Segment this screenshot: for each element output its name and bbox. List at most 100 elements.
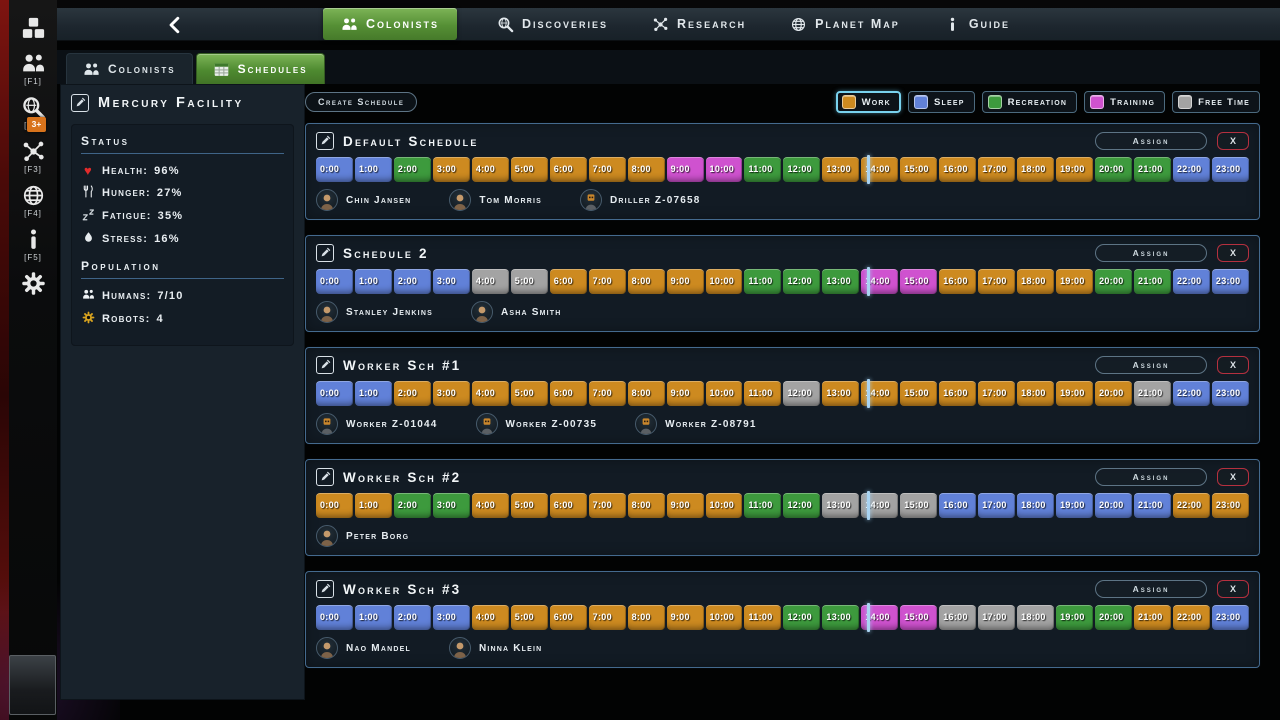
hour-block[interactable]: 20:00 xyxy=(1095,605,1132,630)
hour-block[interactable]: 3:00 xyxy=(433,381,470,406)
hour-block[interactable]: 7:00 xyxy=(589,269,626,294)
hour-block[interactable]: 6:00 xyxy=(550,157,587,182)
hour-block[interactable]: 18:00 xyxy=(1017,605,1054,630)
sidebar-item-colonists[interactable]: [F1] xyxy=(21,51,46,86)
hour-block[interactable]: 12:00 xyxy=(783,493,820,518)
back-button[interactable] xyxy=(162,12,188,38)
hour-block[interactable]: 1:00 xyxy=(355,493,392,518)
hour-block[interactable]: 11:00 xyxy=(744,493,781,518)
hour-block[interactable]: 16:00 xyxy=(939,381,976,406)
hour-block[interactable]: 1:00 xyxy=(355,269,392,294)
hour-block[interactable]: 6:00 xyxy=(550,605,587,630)
hour-block[interactable]: 15:00 xyxy=(900,157,937,182)
hour-block[interactable]: 0:00 xyxy=(316,493,353,518)
edit-schedule-name-button[interactable] xyxy=(316,356,334,374)
hour-block[interactable]: 22:00 xyxy=(1173,605,1210,630)
sub-tab-colonists[interactable]: Colonists xyxy=(66,53,193,84)
hour-block[interactable]: 23:00 xyxy=(1212,605,1249,630)
delete-schedule-button[interactable]: X xyxy=(1217,244,1249,262)
hour-block[interactable]: 18:00 xyxy=(1017,269,1054,294)
hour-block[interactable]: 13:00 xyxy=(822,157,859,182)
hour-block[interactable]: 3:00 xyxy=(433,493,470,518)
assign-button[interactable]: Assign xyxy=(1095,132,1207,150)
assign-button[interactable]: Assign xyxy=(1095,468,1207,486)
hour-block[interactable]: 19:00 xyxy=(1056,269,1093,294)
hour-block[interactable]: 17:00 xyxy=(978,493,1015,518)
hour-block[interactable]: 0:00 xyxy=(316,381,353,406)
hour-block[interactable]: 9:00 xyxy=(667,157,704,182)
hour-block[interactable]: 6:00 xyxy=(550,493,587,518)
assign-button[interactable]: Assign xyxy=(1095,356,1207,374)
tab-colonists[interactable]: Colonists xyxy=(323,8,457,40)
edit-schedule-name-button[interactable] xyxy=(316,468,334,486)
hour-block[interactable]: 2:00 xyxy=(394,269,431,294)
hour-block[interactable]: 15:00 xyxy=(900,493,937,518)
hour-block[interactable]: 18:00 xyxy=(1017,381,1054,406)
hour-block[interactable]: 2:00 xyxy=(394,493,431,518)
hour-block[interactable]: 15:00 xyxy=(900,381,937,406)
colonist-chip[interactable]: Ninna Klein xyxy=(449,637,542,659)
hour-block[interactable]: 17:00 xyxy=(978,269,1015,294)
hour-block[interactable]: 10:00 xyxy=(706,381,743,406)
legend-free-time-button[interactable]: Free Time xyxy=(1172,91,1260,113)
hour-block[interactable]: 2:00 xyxy=(394,381,431,406)
hour-block[interactable]: 15:00 xyxy=(900,605,937,630)
legend-training-button[interactable]: Training xyxy=(1084,91,1165,113)
hour-block[interactable]: 13:00 xyxy=(822,381,859,406)
hour-block[interactable]: 20:00 xyxy=(1095,493,1132,518)
sidebar-item-research[interactable]: [F3] xyxy=(21,139,46,174)
colonist-chip[interactable]: Worker Z-00735 xyxy=(476,413,598,435)
hour-block[interactable]: 0:00 xyxy=(316,157,353,182)
tab-research[interactable]: Research xyxy=(648,8,750,40)
delete-schedule-button[interactable]: X xyxy=(1217,132,1249,150)
hour-block[interactable]: 19:00 xyxy=(1056,493,1093,518)
hour-block[interactable]: 1:00 xyxy=(355,605,392,630)
hour-block[interactable]: 11:00 xyxy=(744,381,781,406)
hour-block[interactable]: 3:00 xyxy=(433,157,470,182)
hour-block[interactable]: 23:00 xyxy=(1212,381,1249,406)
hour-block[interactable]: 16:00 xyxy=(939,605,976,630)
hour-block[interactable]: 13:00 xyxy=(822,605,859,630)
assign-button[interactable]: Assign xyxy=(1095,244,1207,262)
hour-block[interactable]: 4:00 xyxy=(472,157,509,182)
hour-block[interactable]: 3:00 xyxy=(433,269,470,294)
hour-block[interactable]: 9:00 xyxy=(667,605,704,630)
hour-block[interactable]: 22:00 xyxy=(1173,493,1210,518)
hour-block[interactable]: 9:00 xyxy=(667,381,704,406)
hour-block[interactable]: 16:00 xyxy=(939,269,976,294)
hour-block[interactable]: 11:00 xyxy=(744,269,781,294)
colonist-chip[interactable]: Peter Borg xyxy=(316,525,409,547)
hour-block[interactable]: 10:00 xyxy=(706,605,743,630)
colonist-chip[interactable]: Chin Jansen xyxy=(316,189,411,211)
hour-block[interactable]: 0:00 xyxy=(316,605,353,630)
hour-block[interactable]: 10:00 xyxy=(706,269,743,294)
legend-work-button[interactable]: Work xyxy=(836,91,901,113)
edit-schedule-name-button[interactable] xyxy=(316,244,334,262)
colonist-chip[interactable]: Stanley Jenkins xyxy=(316,301,433,323)
hour-block[interactable]: 21:00 xyxy=(1134,381,1171,406)
tab-planet-map[interactable]: Planet Map xyxy=(786,8,904,40)
hour-block[interactable]: 4:00 xyxy=(472,605,509,630)
hour-block[interactable]: 1:00 xyxy=(355,157,392,182)
hour-block[interactable]: 19:00 xyxy=(1056,605,1093,630)
hour-block[interactable]: 11:00 xyxy=(744,157,781,182)
hour-block[interactable]: 22:00 xyxy=(1173,381,1210,406)
colonist-chip[interactable]: Tom Morris xyxy=(449,189,542,211)
sidebar-item-resources[interactable] xyxy=(21,16,46,42)
delete-schedule-button[interactable]: X xyxy=(1217,580,1249,598)
hour-block[interactable]: 0:00 xyxy=(316,269,353,294)
hour-block[interactable]: 16:00 xyxy=(939,157,976,182)
hour-block[interactable]: 8:00 xyxy=(628,269,665,294)
edit-facility-name-button[interactable] xyxy=(71,94,89,112)
hour-block[interactable]: 20:00 xyxy=(1095,269,1132,294)
hour-block[interactable]: 7:00 xyxy=(589,381,626,406)
hour-block[interactable]: 23:00 xyxy=(1212,269,1249,294)
hour-block[interactable]: 8:00 xyxy=(628,381,665,406)
hour-block[interactable]: 5:00 xyxy=(511,493,548,518)
hour-block[interactable]: 5:00 xyxy=(511,381,548,406)
sidebar-item-settings[interactable] xyxy=(21,271,46,296)
hour-block[interactable]: 1:00 xyxy=(355,381,392,406)
tab-guide[interactable]: Guide xyxy=(940,8,1014,40)
tab-discoveries[interactable]: Discoveries xyxy=(493,8,612,40)
edit-schedule-name-button[interactable] xyxy=(316,132,334,150)
